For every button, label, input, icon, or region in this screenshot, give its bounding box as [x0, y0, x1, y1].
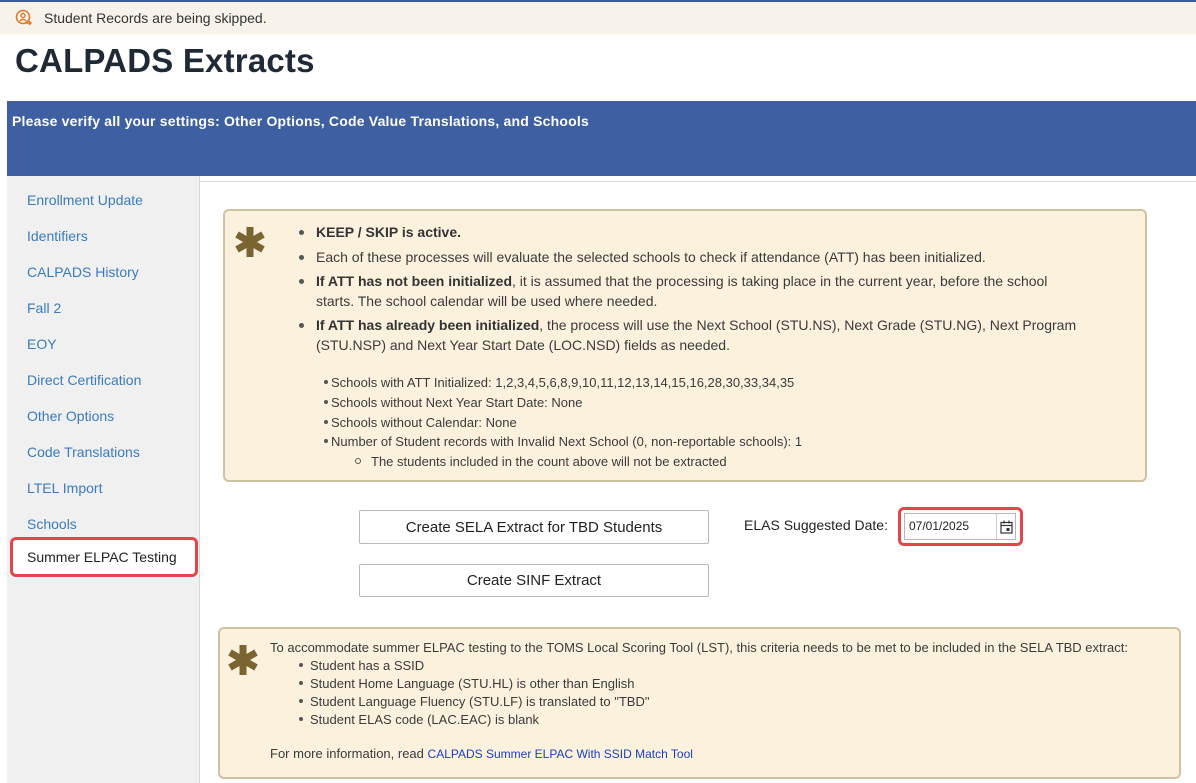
notice-text: Student Records are being skipped. [44, 10, 267, 26]
elas-date-value: 07/01/2025 [909, 519, 970, 533]
sidebar-item-fall-2[interactable]: Fall 2 [27, 300, 61, 316]
settings-banner: Please verify all your settings: Other O… [7, 101, 1196, 176]
elas-date-input[interactable]: 07/01/2025 [904, 513, 1016, 540]
sidebar-item-code-translations[interactable]: Code Translations [27, 444, 140, 460]
bullet [299, 230, 304, 235]
sidebar: Enrollment Update Identifiers CALPADS Hi… [7, 176, 200, 783]
detail-att-initialized: Schools with ATT Initialized: 1,2,3,4,5,… [331, 375, 795, 390]
detail-no-start-date: Schools without Next Year Start Date: No… [331, 395, 583, 410]
bullet [324, 380, 328, 384]
bullet [299, 663, 303, 667]
page-title: CALPADS Extracts [15, 42, 315, 79]
att-evaluation-text: Each of these processes will evaluate th… [316, 249, 986, 265]
bullet [324, 400, 328, 404]
sidebar-item-calpads-history[interactable]: CALPADS History [27, 264, 139, 280]
sidebar-item-ltel-import[interactable]: LTEL Import [27, 480, 102, 496]
bullet [299, 279, 304, 284]
banner-text: Please verify all your settings: Other O… [12, 113, 589, 129]
criteria-item: Student ELAS code (LAC.EAC) is blank [310, 712, 540, 727]
keep-skip-info-box: KEEP / SKIP is active. Each of these pro… [223, 209, 1147, 482]
asterisk-icon [235, 227, 265, 257]
att-not-initialized-text-cont: starts. The school calendar will be used… [316, 293, 658, 309]
att-initialized-text: If ATT has already been initialized, the… [316, 317, 1077, 333]
detail-invalid-next-school: Number of Student records with Invalid N… [331, 434, 803, 449]
keep-skip-status: KEEP / SKIP is active. [316, 224, 462, 240]
calpads-summer-elpac-link[interactable]: CALPADS Summer ELPAC With SSID Match Too… [428, 747, 693, 761]
bullet [324, 439, 328, 443]
bullet [299, 681, 303, 685]
criteria-item: Student Home Language (STU.HL) is other … [310, 676, 635, 691]
person-skip-icon [14, 8, 34, 28]
notice-bar: Student Records are being skipped. [0, 2, 1196, 34]
elas-date-label: ELAS Suggested Date: [744, 517, 888, 533]
criteria-intro: To accommodate summer ELPAC testing to t… [270, 640, 1128, 655]
bullet [324, 420, 328, 424]
detail-not-extracted: The students included in the count above… [371, 454, 727, 469]
content-divider [200, 181, 1196, 182]
summer-elpac-criteria-box: To accommodate summer ELPAC testing to t… [218, 627, 1181, 779]
bullet [299, 255, 304, 260]
sidebar-item-enrollment-update[interactable]: Enrollment Update [27, 192, 143, 208]
sidebar-item-other-options[interactable]: Other Options [27, 408, 114, 424]
asterisk-icon [228, 645, 258, 675]
criteria-item: Student has a SSID [310, 658, 425, 673]
create-sela-extract-button[interactable]: Create SELA Extract for TBD Students [359, 510, 709, 544]
calendar-icon[interactable] [996, 514, 1016, 539]
sidebar-item-direct-certification[interactable]: Direct Certification [27, 372, 141, 388]
sidebar-item-schools[interactable]: Schools [27, 516, 77, 532]
sidebar-item-summer-elpac-testing[interactable]: Summer ELPAC Testing [10, 537, 198, 577]
sidebar-item-identifiers[interactable]: Identifiers [27, 228, 88, 244]
more-info-text: For more information, read CALPADS Summe… [270, 746, 693, 761]
bullet [299, 717, 303, 721]
sub-bullet [355, 458, 361, 464]
elas-date-highlight: 07/01/2025 [898, 507, 1023, 546]
detail-no-calendar: Schools without Calendar: None [331, 415, 517, 430]
att-initialized-text-cont: (STU.NSP) and Next Year Start Date (LOC.… [316, 337, 730, 353]
bullet [299, 323, 304, 328]
bullet [299, 699, 303, 703]
sidebar-item-eoy[interactable]: EOY [27, 336, 57, 352]
att-not-initialized-text: If ATT has not been initialized, it is a… [316, 273, 1048, 289]
criteria-item: Student Language Fluency (STU.LF) is tra… [310, 694, 650, 709]
create-sinf-extract-button[interactable]: Create SINF Extract [359, 564, 709, 597]
